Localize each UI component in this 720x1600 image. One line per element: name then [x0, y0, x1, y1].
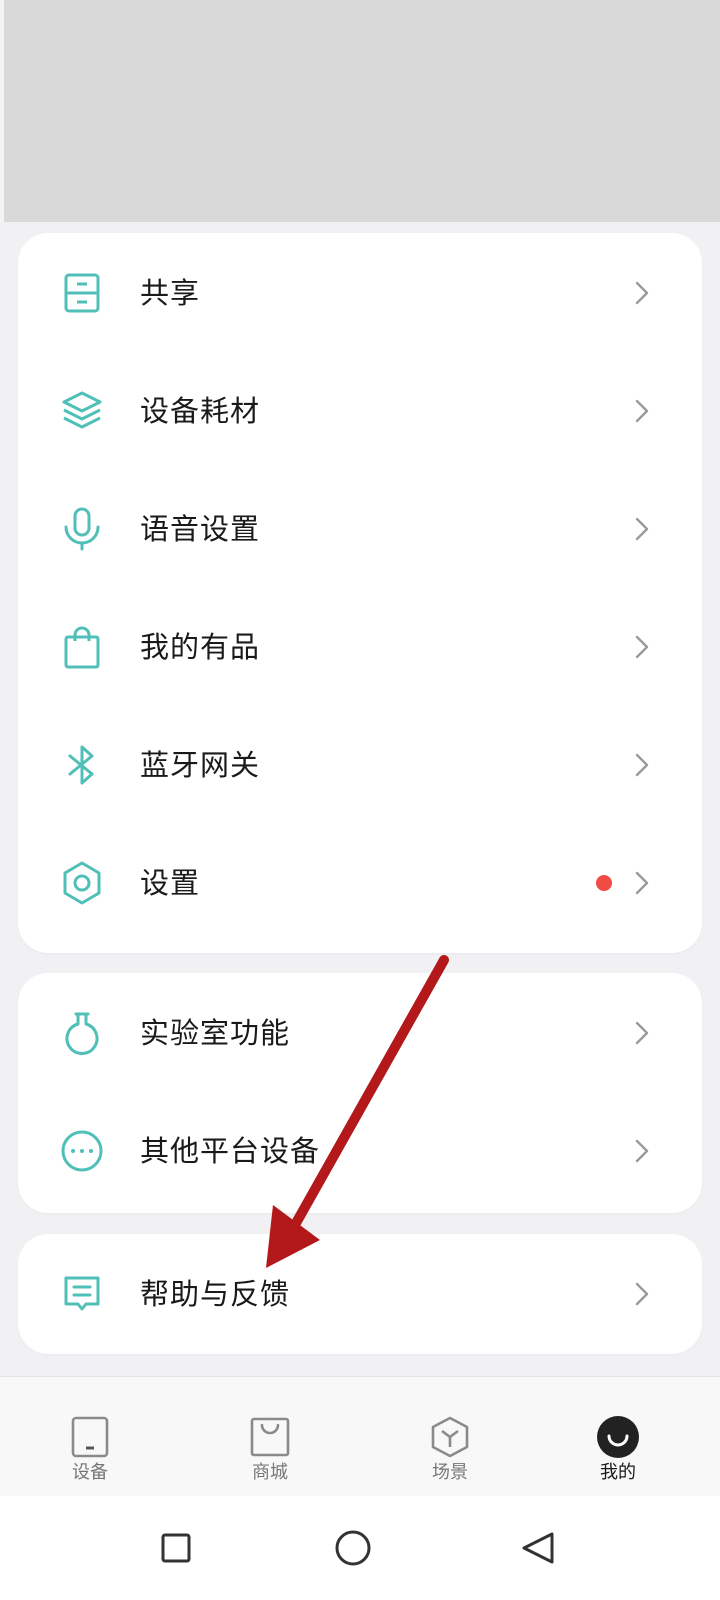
tab-devices[interactable]: 设备 [30, 1377, 150, 1497]
menu-item-my-youpin[interactable]: 我的有品 [18, 587, 702, 707]
menu-item-help-feedback[interactable]: 帮助与反馈 [18, 1234, 702, 1354]
scene-cube-tab-icon [428, 1415, 472, 1459]
chevron-right-icon [632, 865, 652, 901]
shopping-bag-icon [58, 623, 106, 671]
tab-label: 设备 [72, 1462, 108, 1483]
tab-label: 场景 [432, 1462, 468, 1483]
back-triangle-icon[interactable] [518, 1528, 558, 1568]
menu-item-voice-settings[interactable]: 语音设置 [18, 469, 702, 589]
more-dots-icon [58, 1127, 106, 1175]
menu-item-other-platform-devices[interactable]: 其他平台设备 [18, 1091, 702, 1211]
menu-item-bluetooth-gateway[interactable]: 蓝牙网关 [18, 705, 702, 825]
device-tab-icon [68, 1415, 112, 1459]
menu-item-share[interactable]: 共享 [18, 233, 702, 353]
tab-store[interactable]: 商城 [210, 1377, 330, 1497]
chevron-right-icon [632, 393, 652, 429]
recent-apps-square-icon[interactable] [156, 1528, 196, 1568]
tab-profile[interactable]: 我的 [558, 1377, 678, 1497]
chevron-right-icon [632, 275, 652, 311]
feedback-message-icon [58, 1270, 106, 1318]
layers-icon [58, 387, 106, 435]
microphone-icon [58, 505, 106, 553]
menu-item-label: 实验室功能 [140, 1016, 291, 1050]
profile-header-banner [0, 0, 720, 222]
menu-item-device-supplies[interactable]: 设备耗材 [18, 351, 702, 471]
chevron-right-icon [632, 1015, 652, 1051]
chevron-right-icon [632, 629, 652, 665]
menu-card-main: 共享 设备耗材 语音设置 我的有品 蓝牙网关 设置 [18, 233, 702, 953]
menu-item-label: 共享 [140, 276, 201, 310]
menu-item-lab-features[interactable]: 实验室功能 [18, 973, 702, 1093]
bottom-tab-bar: 设备 商城 场景 我的 [0, 1376, 720, 1496]
bluetooth-icon [58, 741, 106, 789]
menu-item-label: 设置 [140, 866, 201, 900]
chevron-right-icon [632, 747, 652, 783]
store-bag-tab-icon [248, 1415, 292, 1459]
share-drawer-icon [58, 269, 106, 317]
menu-item-label: 我的有品 [140, 630, 261, 664]
tab-label: 商城 [252, 1462, 288, 1483]
tab-label: 我的 [600, 1462, 636, 1483]
home-circle-icon[interactable] [333, 1528, 373, 1568]
chevron-right-icon [632, 1276, 652, 1312]
tab-scenes[interactable]: 场景 [390, 1377, 510, 1497]
chevron-right-icon [632, 1133, 652, 1169]
menu-item-label: 帮助与反馈 [140, 1277, 291, 1311]
menu-item-settings[interactable]: 设置 [18, 823, 702, 943]
menu-item-label: 其他平台设备 [140, 1134, 321, 1168]
menu-item-label: 语音设置 [140, 512, 261, 546]
menu-item-label: 设备耗材 [140, 394, 261, 428]
menu-card-help: 帮助与反馈 [18, 1234, 702, 1354]
hexagon-settings-icon [58, 859, 106, 907]
system-navigation-bar [0, 1496, 720, 1600]
profile-smile-tab-icon [596, 1415, 640, 1459]
menu-card-extra: 实验室功能 其他平台设备 [18, 973, 702, 1213]
flask-icon [58, 1009, 106, 1057]
notification-badge-dot [596, 875, 612, 891]
menu-item-label: 蓝牙网关 [140, 748, 261, 782]
chevron-right-icon [632, 511, 652, 547]
